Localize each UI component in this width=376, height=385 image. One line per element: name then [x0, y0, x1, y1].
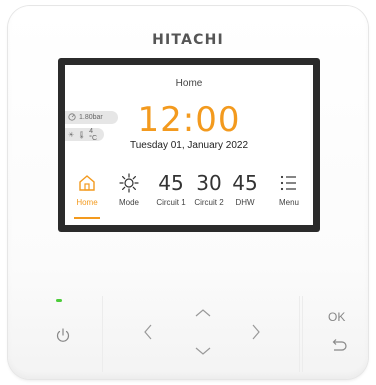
nav-label-circuit-1: Circuit 1 — [156, 198, 186, 207]
nav-label-menu: Menu — [278, 198, 299, 207]
nav-item-home[interactable]: Home — [67, 169, 107, 219]
nav-item-dhw[interactable]: 45 DHW — [225, 169, 265, 207]
chevron-right-icon — [252, 324, 260, 340]
nav-item-circuit-1[interactable]: 45 Circuit 1 — [151, 169, 191, 207]
clock-time: 12:00 — [137, 100, 241, 140]
ok-back-panel — [302, 296, 369, 372]
clock-date: Tuesday 01, January 2022 — [129, 140, 249, 151]
nav-item-mode[interactable]: Mode — [109, 169, 149, 207]
active-tab-indicator — [74, 217, 100, 219]
sun-icon — [109, 169, 149, 197]
menu-icon — [269, 169, 309, 197]
screen-title: Home — [175, 78, 203, 89]
nav-item-circuit-2[interactable]: 30 Circuit 2 — [189, 169, 229, 207]
back-arrow-icon — [332, 339, 347, 351]
bottom-navigation: Home Mode 45 Circuit 1 30 Circuit 2 45 D… — [65, 169, 313, 225]
back-button[interactable] — [330, 338, 348, 359]
circuit-1-temp: 45 — [158, 171, 184, 195]
power-button[interactable] — [54, 326, 72, 349]
brand-logo: HITACHI — [152, 32, 224, 48]
nav-label-dhw: DHW — [235, 198, 255, 207]
nav-label-home: Home — [76, 198, 98, 207]
circuit-2-temp: 30 — [196, 171, 222, 195]
up-arrow-button[interactable] — [193, 306, 213, 325]
left-arrow-button[interactable] — [141, 322, 155, 347]
power-icon — [56, 328, 70, 342]
nav-item-menu[interactable]: Menu — [269, 169, 309, 207]
nav-label-mode: Mode — [118, 198, 139, 207]
home-icon — [67, 169, 107, 197]
power-led — [56, 299, 62, 302]
nav-label-circuit-2: Circuit 2 — [194, 198, 224, 207]
down-arrow-button[interactable] — [193, 344, 213, 363]
dhw-temp: 45 — [232, 171, 258, 195]
chevron-up-icon — [195, 309, 211, 317]
right-arrow-button[interactable] — [249, 322, 263, 347]
chevron-left-icon — [144, 324, 152, 340]
chevron-down-icon — [195, 347, 211, 355]
display-screen: Home 1.80bar ☀ 🌡 4 °C 12:00 Tuesday 01, … — [65, 65, 313, 225]
ok-button[interactable]: OK — [328, 310, 345, 324]
